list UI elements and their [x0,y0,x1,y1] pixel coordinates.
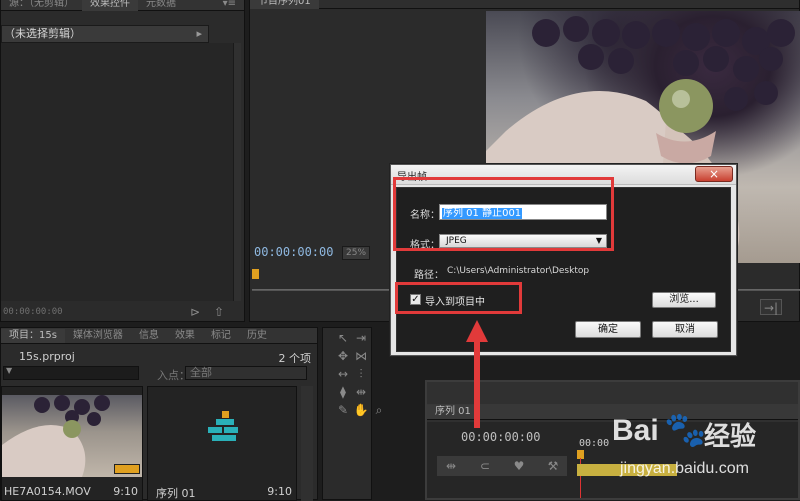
playhead-marker[interactable] [252,269,259,279]
ok-button[interactable]: 确定 [575,321,641,338]
export-icon[interactable]: ⇧ [211,304,227,320]
sequence-icon [208,411,242,449]
tab-markers[interactable]: 标记 [203,329,239,343]
checkmark-icon: ✓ [411,294,420,305]
name-field-value: 序列 01 静止001 [442,208,523,219]
tab-metadata[interactable]: 元数据 [138,0,184,11]
project-item-count: 2 个项 [278,352,312,365]
tab-project[interactable]: 项目：15s [1,328,65,343]
baidu-watermark: Bai 🐾 经验 jingyan.baidu.com [612,410,797,490]
paw-icon: 🐾 [664,410,707,450]
tab-source[interactable]: 源：（无剪辑） [1,0,82,11]
source-monitor-tabbar: 源：（无剪辑） 效果控件 元数据 ▾≡ [1,0,244,11]
import-to-project-checkbox[interactable]: ✓ [410,294,421,305]
program-transport-bar: →| [740,297,800,319]
track-select-icon[interactable]: ⇥ [353,330,369,346]
selection-tool-icon[interactable]: ↖ [335,330,351,346]
hand-tool-icon[interactable]: ✋ [353,402,369,418]
timeline-settings-icon[interactable]: ⚒ [545,458,561,474]
tab-program[interactable]: 节目序列01 [250,0,319,9]
project-item[interactable]: 序列 01 9:10 [147,386,297,501]
project-item-name: HE7A0154.MOV [4,485,91,498]
project-item-name: 序列 01 [156,487,196,500]
import-to-project-label[interactable]: 导入到项目中 [425,293,485,308]
source-timecode: 00:00:00:00 [3,307,63,317]
pen-tool-icon[interactable]: ✎ [335,402,351,418]
path-label: 路径： [414,270,444,281]
search-field[interactable]: ▼ [3,366,139,380]
project-item-duration: 9:10 [267,485,292,498]
effect-controls-area [1,43,233,301]
annotation-arrow-icon [466,320,488,428]
project-tabbar: 项目：15s 媒体浏览器 信息 效果 标记 历史 [1,328,317,344]
project-panel: 项目：15s 媒体浏览器 信息 效果 标记 历史 15s.prproj 2 个项… [0,327,318,501]
clip-thumbnail [2,395,142,477]
tab-info[interactable]: 信息 [131,329,167,343]
ruler-start-label: 00:00 [579,438,610,449]
format-select[interactable]: JPEG ▼ [439,234,607,248]
clip-header-label: （未选择剪辑） [4,27,81,40]
watermark-brand-2: 经验 [704,422,757,452]
tools-panel: ↖ ⇥ ✥ ⋈ ↔ ⫶ ⧫ ⇹ ✎ ✋ ⌕ [322,327,382,500]
rate-stretch-icon[interactable]: ↔ [335,366,351,382]
tab-effect-controls[interactable]: 效果控件 [82,0,138,11]
search-dropdown-icon[interactable]: ▼ [6,366,12,375]
source-monitor-panel: 源：（无剪辑） 效果控件 元数据 ▾≡ （未选择剪辑） ▸ 00:00:00:0… [0,0,245,322]
clip-header: （未选择剪辑） ▸ [1,25,209,43]
rolling-edit-icon[interactable]: ⋈ [353,348,369,364]
zoom-value: 25% [346,248,367,258]
zoom-select[interactable]: 25% [342,246,370,260]
project-item-duration: 9:10 [113,485,138,498]
name-field[interactable]: 序列 01 静止001 [439,204,607,220]
linked-selection-icon[interactable]: ⊂ [477,458,493,474]
slip-tool-icon[interactable]: ⧫ [335,384,351,400]
in-point-value: 全部 [190,366,212,379]
dialog-close-button[interactable]: × [695,166,733,182]
zoom-tool-icon[interactable]: ⌕ [371,402,387,418]
project-file-name: 15s.prproj [19,350,75,363]
expand-arrow-icon[interactable]: ▸ [196,26,202,42]
format-label: 格式： [410,240,440,251]
slide-tool-icon[interactable]: ⇹ [353,384,369,400]
panel-menu-icon[interactable]: ▾≡ [215,0,244,11]
snap-icon[interactable]: ⇹ [443,458,459,474]
button-editor-icon[interactable]: →| [760,299,782,315]
watermark-brand: Bai [612,414,659,447]
dialog-title: 导出帧 [397,172,427,183]
program-timecode: 00:00:00:00 [254,245,334,259]
timeline-timecode: 00:00:00:00 [461,430,541,444]
name-label: 名称： [410,210,440,221]
export-frame-dialog: 导出帧 × 名称： 序列 01 静止001 格式： JPEG ▼ 路径： C:\… [390,164,737,356]
razor-icon[interactable]: ⫶ [353,366,369,382]
cancel-button[interactable]: 取消 [652,321,718,338]
close-icon: × [708,167,720,181]
vertical-scrollbar[interactable] [233,43,241,301]
watermark-url: jingyan.baidu.com [620,460,749,477]
tab-media-browser[interactable]: 媒体浏览器 [65,329,131,343]
timeline-toolbar: ⇹ ⊂ ♥ ⚒ [437,456,567,476]
filter-icon[interactable]: ⊳ [187,304,203,320]
video-badge [114,464,140,474]
path-value: C:\Users\Administrator\Desktop [447,266,590,276]
in-point-select[interactable]: 全部 [185,366,307,380]
ripple-edit-icon[interactable]: ✥ [335,348,351,364]
tab-history[interactable]: 历史 [239,329,275,343]
program-monitor-tabbar: 节目序列01 [250,0,799,9]
project-item[interactable]: HE7A0154.MOV 9:10 [1,386,143,501]
browse-button[interactable]: 浏览... [652,292,716,308]
tab-effects[interactable]: 效果 [167,329,203,343]
chevron-down-icon: ▼ [595,236,602,245]
dialog-titlebar: 导出帧 × [391,165,736,185]
format-value: JPEG [446,236,467,246]
project-scrollbar[interactable] [301,386,313,501]
add-marker-icon[interactable]: ♥ [511,458,527,474]
